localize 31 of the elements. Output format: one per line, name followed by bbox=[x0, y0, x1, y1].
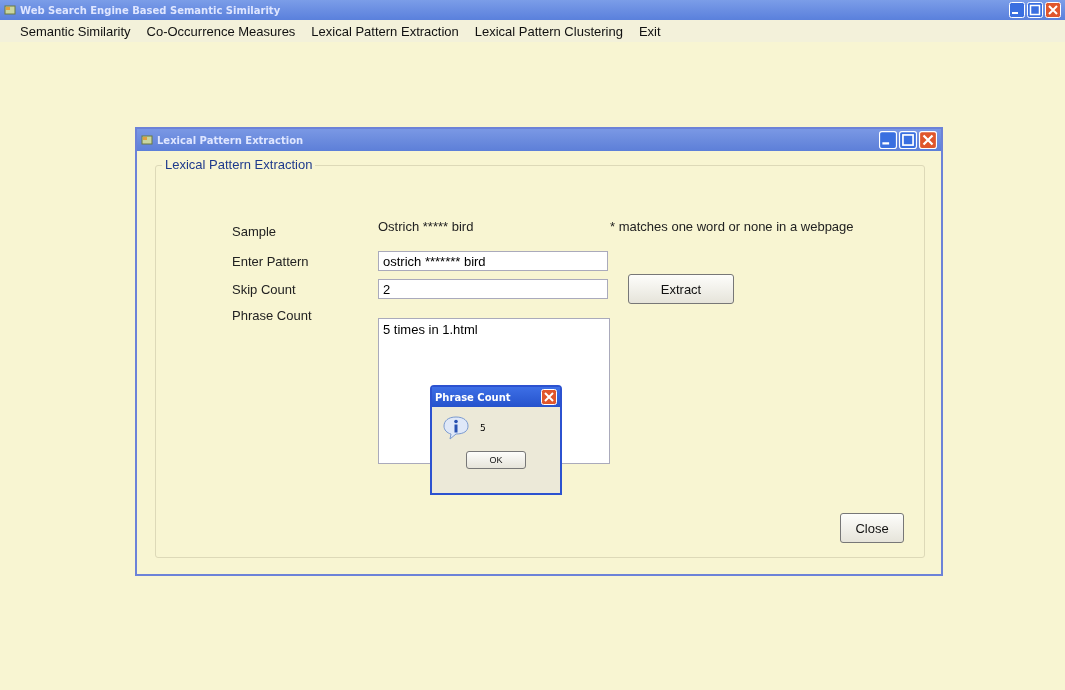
menu-item[interactable]: Co-Occurrence Measures bbox=[140, 21, 302, 41]
menu-item[interactable]: Lexical Pattern Extraction bbox=[305, 21, 465, 41]
field-label: Phrase Count bbox=[232, 308, 313, 323]
close-icon[interactable] bbox=[919, 131, 937, 149]
minimize-icon[interactable] bbox=[1009, 2, 1025, 18]
app-icon bbox=[141, 134, 153, 146]
skip-count-field[interactable]: 2 bbox=[378, 279, 608, 299]
ok-button[interactable]: OK bbox=[466, 451, 526, 469]
menu-item[interactable]: Lexical Pattern Clustering bbox=[468, 21, 629, 41]
minimize-icon[interactable] bbox=[879, 131, 897, 149]
message-text: 5 bbox=[480, 423, 486, 433]
extract-button[interactable]: Extract bbox=[628, 274, 734, 304]
close-button[interactable]: Close bbox=[840, 513, 904, 543]
menu-item[interactable]: Semantic Similarity bbox=[14, 21, 137, 41]
message-box-title: Phrase Count bbox=[435, 391, 512, 403]
dialog-title: Lexical Pattern Extraction bbox=[157, 134, 305, 146]
info-icon bbox=[442, 415, 470, 441]
app-icon bbox=[4, 4, 16, 16]
group-title: Lexical Pattern Extraction bbox=[162, 157, 316, 172]
field-label: Enter Pattern bbox=[232, 254, 310, 269]
maximize-icon[interactable] bbox=[899, 131, 917, 149]
close-icon[interactable] bbox=[541, 389, 557, 405]
hint-text: * matches one word or none in a webpage bbox=[610, 219, 855, 234]
close-icon[interactable] bbox=[1045, 2, 1061, 18]
field-label: Sample bbox=[232, 223, 278, 239]
window-title: Web Search Engine Based Semantic Similarity bbox=[20, 4, 282, 16]
pattern-field[interactable]: ostrich ******* bird bbox=[378, 251, 608, 271]
maximize-icon[interactable] bbox=[1027, 2, 1043, 18]
menu-item[interactable]: Exit bbox=[632, 21, 667, 41]
field-label: Skip Count bbox=[232, 281, 297, 297]
sample-text: Ostrich ***** bird bbox=[378, 219, 475, 234]
